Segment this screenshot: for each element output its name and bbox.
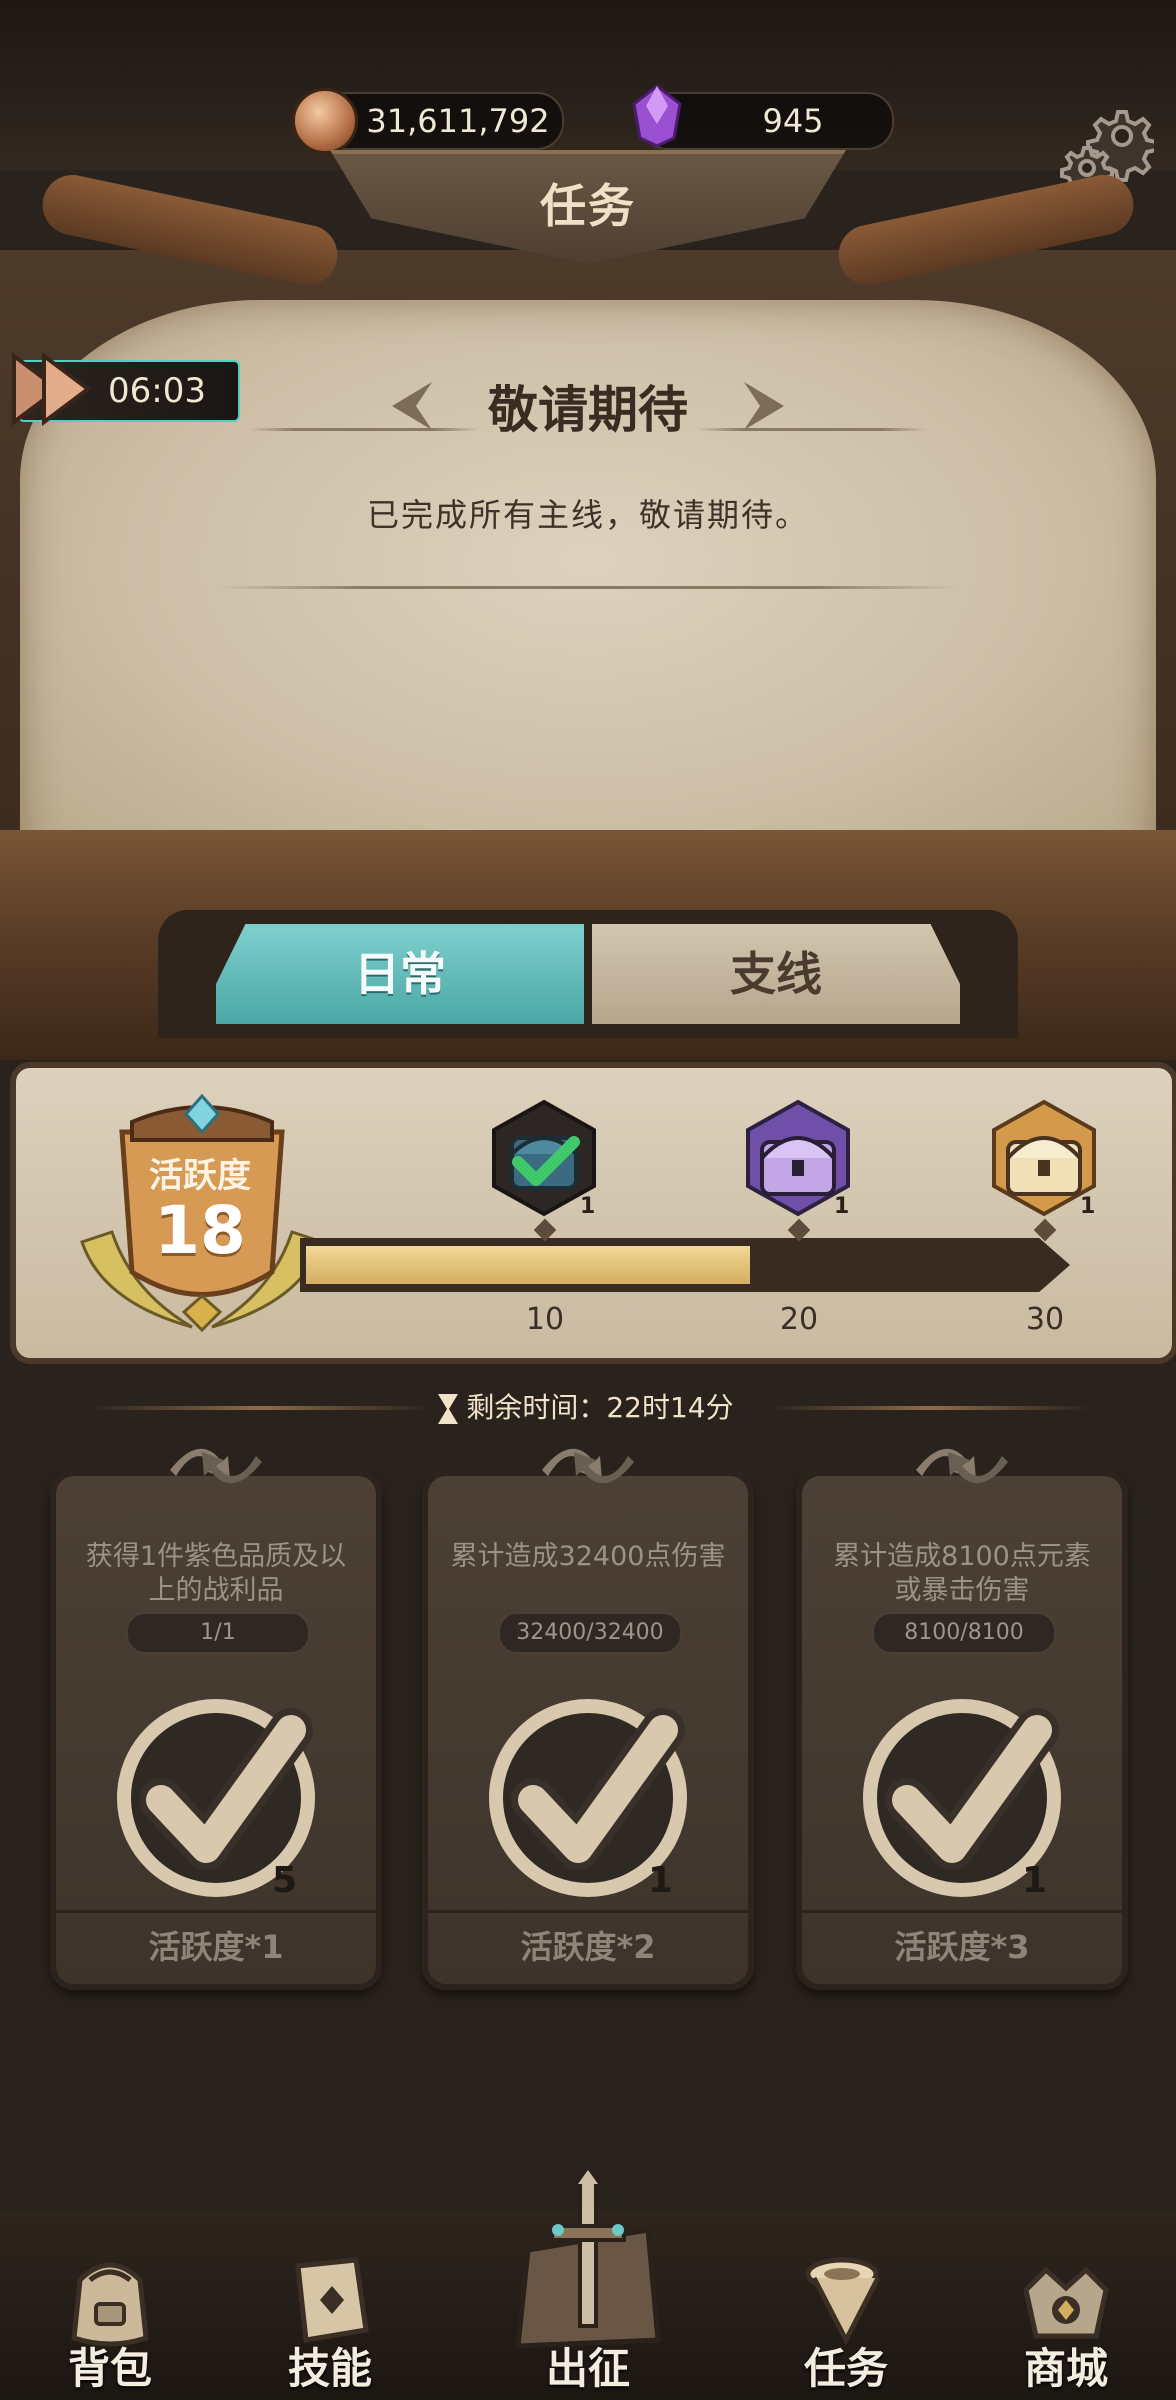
nav-shop[interactable]: 商城 — [966, 2240, 1166, 2400]
reward-count: 1 — [648, 1860, 674, 1901]
divider-left — [90, 1406, 430, 1410]
notice-title: 敬请期待 — [488, 381, 688, 439]
refresh-arrows-icon[interactable] — [902, 1436, 1022, 1496]
top-bar — [0, 0, 1176, 170]
milestone-threshold: 20 — [779, 1302, 819, 1337]
fast-forward-icon — [12, 352, 92, 426]
nav-skills[interactable]: 技能 — [230, 2240, 430, 2400]
activity-value: 18 — [154, 1192, 246, 1269]
task-reward: 活跃度*1 — [148, 1928, 284, 1966]
task-progress: 32400/32400 — [498, 1612, 682, 1654]
nav-label: 背包 — [67, 2344, 152, 2393]
reward-count: 5 — [272, 1860, 298, 1901]
task-description: 获得1件紫色品质及以上的战利品 — [85, 1541, 347, 1606]
coin-amount: 31,611,792 — [366, 102, 550, 140]
expedition-sword-icon — [515, 2170, 661, 2349]
task-description: 累计造成8100点元素或暴击伤害 — [833, 1541, 1091, 1606]
milestone-threshold: 30 — [1025, 1302, 1065, 1337]
activity-progress-fill — [306, 1246, 750, 1284]
remaining-time: 剩余时间：22时14分 — [466, 1391, 734, 1424]
activity-label: 活跃度 — [149, 1156, 251, 1196]
nav-quests[interactable]: 任务 — [746, 2240, 946, 2400]
refresh-arrows-icon[interactable] — [156, 1436, 276, 1496]
page-title: 任务 — [540, 179, 636, 233]
nav-label: 商城 — [1023, 2344, 1108, 2393]
gem-icon — [632, 84, 682, 148]
gem-amount: 945 — [762, 102, 824, 140]
nav-label: 出征 — [545, 2344, 630, 2393]
chest-count: 1 — [834, 1194, 850, 1219]
timer-value: 06:03 — [108, 371, 206, 411]
nav-label: 任务 — [803, 2344, 888, 2393]
coin-icon — [292, 88, 358, 154]
nav-expedition[interactable]: 出征 — [488, 2170, 688, 2400]
chest-count: 1 — [580, 1194, 596, 1219]
notice-divider — [216, 586, 960, 589]
refresh-arrows-icon[interactable] — [528, 1436, 648, 1496]
task-progress: 8100/8100 — [872, 1612, 1056, 1654]
tab-side-quests[interactable]: 支线 — [592, 924, 960, 1024]
divider-right — [770, 1406, 1090, 1410]
task-progress: 1/1 — [126, 1612, 310, 1654]
task-reward: 活跃度*3 — [894, 1928, 1030, 1966]
nav-label: 技能 — [287, 2344, 372, 2393]
task-reward: 活跃度*2 — [520, 1928, 656, 1966]
task-description: 累计造成32400点伤害 — [450, 1541, 726, 1572]
reward-count: 1 — [1022, 1860, 1048, 1901]
chest-count: 1 — [1080, 1194, 1096, 1219]
tab-daily[interactable]: 日常 — [216, 924, 584, 1024]
nav-backpack[interactable]: 背包 — [10, 2240, 210, 2400]
notice-text: 已完成所有主线，敬请期待。 — [366, 496, 809, 534]
milestone-threshold: 10 — [525, 1302, 565, 1337]
